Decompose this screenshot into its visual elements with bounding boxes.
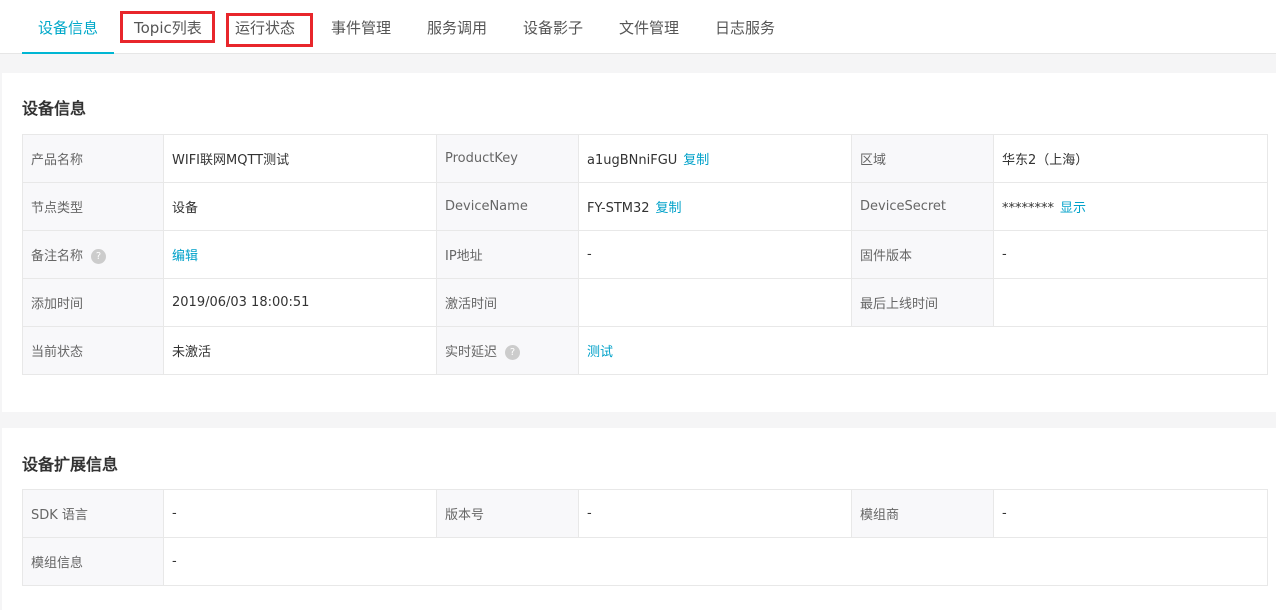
label-cell: 备注名称?	[22, 230, 164, 279]
label: 固件版本	[851, 230, 994, 279]
label: 区域	[851, 134, 994, 183]
table-row: 模组信息 -	[22, 537, 1268, 586]
value: 华东2（上海）	[993, 134, 1268, 183]
tab-log-service[interactable]: 日志服务	[715, 0, 775, 54]
value	[578, 278, 852, 327]
value: -	[578, 230, 852, 279]
value-cell: FY-STM32 复制	[578, 182, 852, 231]
value: -	[163, 489, 437, 538]
ext-info-card: 设备扩展信息 SDK 语言 - 版本号 - 模组商 - 模组信息 -	[2, 428, 1276, 610]
table-row: SDK 语言 - 版本号 - 模组商 -	[22, 489, 1268, 538]
value: -	[993, 489, 1268, 538]
highlight-box-status	[226, 13, 313, 47]
value-cell: 测试	[578, 326, 1268, 375]
value: -	[993, 230, 1268, 279]
value: WIFI联网MQTT测试	[163, 134, 437, 183]
table-row: 产品名称 WIFI联网MQTT测试 ProductKey a1ugBNniFGU…	[22, 134, 1268, 183]
value: -	[578, 489, 852, 538]
tab-device-info[interactable]: 设备信息	[21, 0, 115, 54]
tab-file-management[interactable]: 文件管理	[619, 0, 679, 54]
value-cell: ******** 显示	[993, 182, 1268, 231]
label: 节点类型	[22, 182, 164, 231]
device-info-table: 产品名称 WIFI联网MQTT测试 ProductKey a1ugBNniFGU…	[22, 134, 1268, 375]
device-info-card: 设备信息 产品名称 WIFI联网MQTT测试 ProductKey a1ugBN…	[2, 73, 1276, 412]
label: ProductKey	[436, 134, 579, 183]
value-cell: 编辑	[163, 230, 437, 279]
label: IP地址	[436, 230, 579, 279]
ext-info-table: SDK 语言 - 版本号 - 模组商 - 模组信息 -	[22, 489, 1268, 586]
test-latency-button[interactable]: 测试	[587, 345, 613, 360]
label: 最后上线时间	[851, 278, 994, 327]
copy-device-name-button[interactable]: 复制	[656, 201, 682, 216]
highlight-box-topic	[120, 11, 215, 43]
tab-service-call[interactable]: 服务调用	[427, 0, 487, 54]
label: 当前状态	[22, 326, 164, 375]
table-row: 当前状态 未激活 实时延迟? 测试	[22, 326, 1268, 375]
value: 设备	[163, 182, 437, 231]
label: 产品名称	[22, 134, 164, 183]
value: 2019/06/03 18:00:51	[163, 278, 437, 327]
value-cell: a1ugBNniFGU 复制	[578, 134, 852, 183]
product-key: a1ugBNniFGU	[587, 153, 678, 168]
label: SDK 语言	[22, 489, 164, 538]
help-icon[interactable]: ?	[91, 249, 107, 264]
value: 未激活	[163, 326, 437, 375]
help-icon[interactable]: ?	[505, 345, 521, 360]
label: 激活时间	[436, 278, 579, 327]
label: 备注名称	[31, 249, 84, 264]
edit-remark-button[interactable]: 编辑	[172, 249, 198, 264]
label: DeviceSecret	[851, 182, 994, 231]
table-row: 添加时间 2019/06/03 18:00:51 激活时间 最后上线时间	[22, 278, 1268, 327]
label: 版本号	[436, 489, 579, 538]
device-name: FY-STM32	[587, 201, 650, 216]
table-row: 备注名称? 编辑 IP地址 - 固件版本 -	[22, 230, 1268, 279]
label: 实时延迟	[445, 345, 498, 360]
section-title: 设备信息	[22, 99, 87, 118]
label: 模组信息	[22, 537, 164, 586]
table-row: 节点类型 设备 DeviceName FY-STM32 复制 DeviceSecr…	[22, 182, 1268, 231]
show-secret-button[interactable]: 显示	[1060, 201, 1086, 216]
label: 添加时间	[22, 278, 164, 327]
device-secret: ********	[1002, 201, 1054, 216]
copy-product-key-button[interactable]: 复制	[683, 153, 709, 168]
label-cell: 实时延迟?	[436, 326, 579, 375]
value	[993, 278, 1268, 327]
tab-event-management[interactable]: 事件管理	[331, 0, 391, 54]
section-title: 设备扩展信息	[22, 455, 119, 474]
value: -	[163, 537, 1268, 586]
tab-bar: 设备信息 Topic列表 运行状态 事件管理 服务调用 设备影子 文件管理 日志…	[0, 0, 1276, 54]
label: DeviceName	[436, 182, 579, 231]
tab-device-shadow[interactable]: 设备影子	[523, 0, 583, 54]
label: 模组商	[851, 489, 994, 538]
